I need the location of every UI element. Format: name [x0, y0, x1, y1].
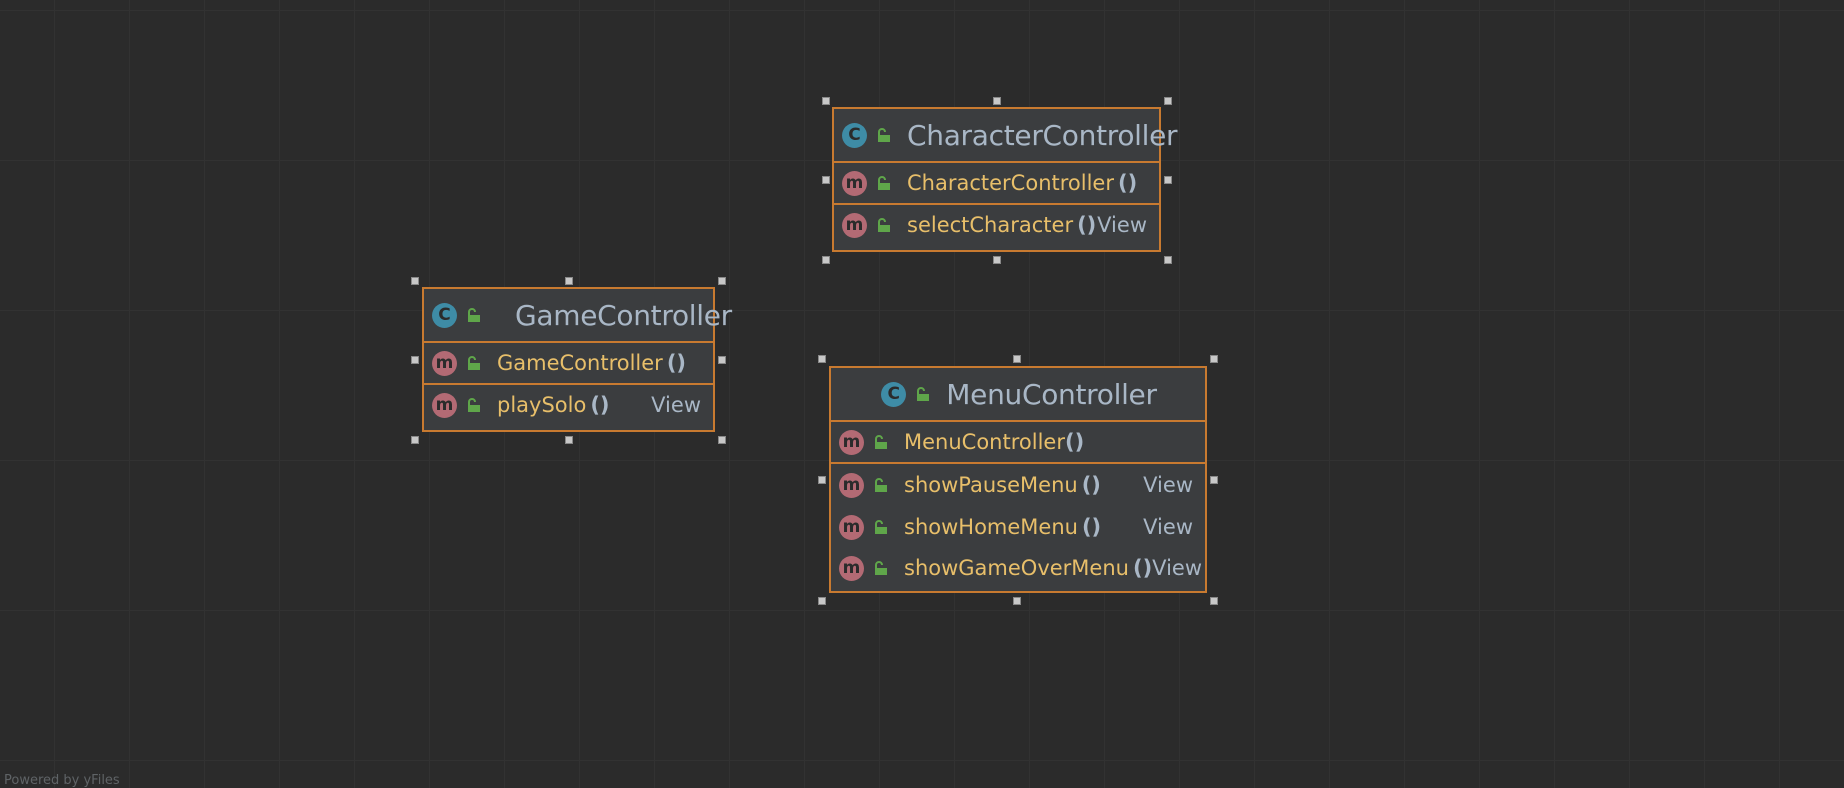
resize-handle[interactable] — [565, 436, 573, 444]
class-node-charactercontroller[interactable]: C CharacterController m CharacterControl… — [832, 107, 1178, 252]
method-name: showHomeMenu — [904, 515, 1078, 539]
method-icon: m — [839, 555, 864, 581]
class-title: CharacterController — [907, 118, 1178, 152]
class-icon: C — [881, 381, 907, 407]
method-parens: () — [1117, 171, 1138, 195]
resize-handle[interactable] — [818, 355, 826, 363]
method-name: MenuController — [904, 430, 1065, 454]
resize-handle[interactable] — [718, 277, 726, 285]
return-type: View — [651, 393, 701, 417]
class-title: GameController — [515, 298, 732, 332]
unlocked-padlock-icon — [875, 520, 887, 534]
resize-handle[interactable] — [1013, 597, 1021, 605]
method-parens: () — [1064, 430, 1085, 454]
method-icon: m — [839, 429, 864, 455]
resize-handle[interactable] — [1013, 355, 1021, 363]
class-node-menucontroller[interactable]: C MenuController m MenuController () m s… — [829, 366, 1207, 593]
method-icon: m — [839, 514, 864, 540]
resize-handle[interactable] — [718, 356, 726, 364]
method-parens: () — [1081, 515, 1102, 539]
resize-handle[interactable] — [1164, 97, 1172, 105]
return-type: View — [1143, 515, 1193, 539]
unlocked-padlock-icon — [917, 387, 930, 401]
member-row[interactable]: m selectCharacter () View — [834, 205, 1159, 245]
member-row[interactable]: m MenuController () — [831, 422, 1205, 464]
resize-handle[interactable] — [818, 597, 826, 605]
method-name: GameController — [497, 351, 663, 375]
class-icon: C — [842, 122, 867, 148]
method-icon: m — [842, 170, 867, 196]
method-name: CharacterController — [907, 171, 1114, 195]
member-row[interactable]: m playSolo () View — [424, 385, 713, 425]
class-header: C CharacterController — [834, 109, 1178, 163]
member-row[interactable]: m showHomeMenu () View — [831, 506, 1205, 548]
unlocked-padlock-icon — [878, 218, 890, 232]
method-parens: () — [1081, 473, 1101, 497]
resize-handle[interactable] — [411, 436, 419, 444]
method-name: showPauseMenu — [904, 473, 1078, 497]
class-node-gamecontroller[interactable]: C GameController m GameController () m p… — [422, 287, 732, 432]
return-type: View — [1097, 213, 1147, 237]
member-row[interactable]: m showPauseMenu () View — [831, 464, 1205, 506]
unlocked-padlock-icon — [878, 176, 890, 190]
resize-handle[interactable] — [1164, 176, 1172, 184]
method-name: playSolo — [497, 393, 587, 417]
return-type: View — [1152, 556, 1203, 580]
resize-handle[interactable] — [818, 476, 826, 484]
resize-handle[interactable] — [993, 97, 1001, 105]
class-icon: C — [432, 302, 457, 328]
resize-handle[interactable] — [1210, 355, 1218, 363]
resize-handle[interactable] — [411, 277, 419, 285]
resize-handle[interactable] — [822, 176, 830, 184]
method-parens: () — [1132, 556, 1153, 580]
class-header: C GameController — [424, 289, 732, 343]
unlocked-padlock-icon — [878, 128, 890, 142]
resize-handle[interactable] — [822, 256, 830, 264]
unlocked-padlock-icon — [468, 308, 480, 322]
method-parens: () — [590, 393, 610, 417]
unlocked-padlock-icon — [468, 356, 480, 370]
method-parens: () — [1077, 213, 1097, 237]
resize-handle[interactable] — [718, 436, 726, 444]
method-name: selectCharacter — [907, 213, 1074, 237]
return-type: View — [1143, 473, 1193, 497]
class-title: MenuController — [946, 377, 1157, 411]
member-row[interactable]: m CharacterController () — [834, 163, 1159, 205]
resize-handle[interactable] — [565, 277, 573, 285]
resize-handle[interactable] — [1210, 597, 1218, 605]
member-row[interactable]: m GameController () — [424, 343, 713, 385]
method-name: showGameOverMenu — [904, 556, 1129, 580]
method-parens: () — [666, 351, 687, 375]
resize-handle[interactable] — [411, 356, 419, 364]
resize-handle[interactable] — [993, 256, 1001, 264]
class-header: C MenuController — [831, 368, 1205, 422]
resize-handle[interactable] — [1164, 256, 1172, 264]
unlocked-padlock-icon — [875, 478, 887, 492]
resize-handle[interactable] — [822, 97, 830, 105]
member-row[interactable]: m showGameOverMenu () View — [831, 548, 1205, 588]
watermark: Powered by yFiles — [4, 773, 120, 788]
method-icon: m — [432, 350, 457, 376]
method-icon: m — [839, 472, 864, 498]
unlocked-padlock-icon — [875, 561, 887, 575]
method-icon: m — [432, 392, 457, 418]
unlocked-padlock-icon — [875, 435, 887, 449]
resize-handle[interactable] — [1210, 476, 1218, 484]
diagram-canvas[interactable]: C CharacterController m CharacterControl… — [0, 0, 1844, 788]
method-icon: m — [842, 212, 867, 238]
unlocked-padlock-icon — [468, 398, 480, 412]
